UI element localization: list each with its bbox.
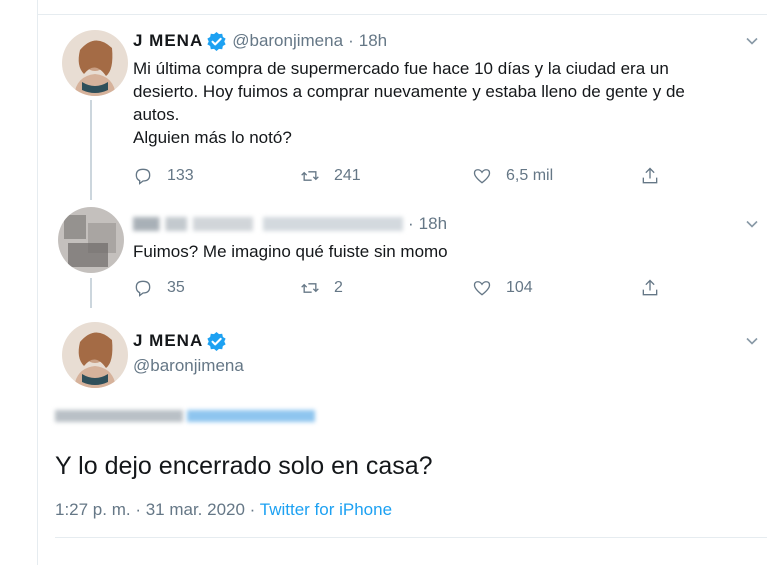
thread-line	[90, 100, 92, 200]
handle-redacted[interactable]	[263, 217, 403, 231]
display-name[interactable]: J MENA	[133, 31, 203, 51]
reply-count: 133	[167, 167, 194, 184]
tweet-text: Fuimos? Me imagino qué fuiste sin momo	[133, 242, 448, 261]
tweet-text-line: Alguien más lo notó?	[133, 128, 292, 147]
chevron-down-icon[interactable]	[745, 34, 759, 48]
main-tweet-text: Y lo dejo encerrado solo en casa?	[55, 452, 433, 480]
like-icon	[473, 169, 491, 184]
replying-to-label-redacted	[55, 410, 183, 422]
handle-row: @baronjimena	[133, 356, 244, 376]
display-name-redacted[interactable]	[133, 217, 253, 231]
share-button[interactable]	[640, 278, 674, 298]
handle[interactable]: @baronjimena	[232, 31, 343, 51]
share-icon	[642, 279, 658, 296]
retweet-count: 2	[334, 279, 343, 296]
avatar[interactable]	[58, 207, 124, 273]
timestamp[interactable]: 18h	[359, 31, 387, 51]
like-icon	[473, 281, 491, 296]
like-button[interactable]: 104	[472, 278, 533, 298]
avatar[interactable]	[62, 322, 128, 388]
tweet-header: J MENA	[133, 331, 232, 351]
tweet-text-line: autos.	[133, 105, 180, 124]
reply-icon	[135, 168, 151, 185]
tweet-text-line: Mi última compra de supermercado fue hac…	[133, 59, 669, 78]
avatar-image	[58, 207, 124, 273]
verified-badge-icon	[207, 31, 226, 51]
separator: ·	[348, 31, 354, 50]
tweet-header: · 18h	[133, 214, 447, 234]
divider	[55, 537, 767, 538]
share-icon	[642, 167, 658, 184]
chevron-down-icon[interactable]	[745, 217, 759, 231]
reply-button[interactable]: 133	[133, 166, 194, 186]
share-button[interactable]	[640, 166, 674, 186]
like-button[interactable]: 6,5 mil	[472, 166, 553, 186]
reply-icon	[135, 280, 151, 297]
like-count: 104	[506, 279, 533, 296]
avatar-image	[62, 322, 128, 388]
retweet-icon	[301, 171, 319, 181]
timestamp[interactable]: 18h	[419, 214, 447, 234]
display-name[interactable]: J MENA	[133, 331, 203, 351]
retweet-button[interactable]: 241	[300, 166, 361, 186]
reply-count: 35	[167, 279, 185, 296]
retweet-count: 241	[334, 167, 361, 184]
thread-line	[90, 278, 92, 308]
handle[interactable]: @baronjimena	[133, 356, 244, 376]
tweet-text: Mi última compra de supermercado fue hac…	[133, 57, 753, 149]
avatar-image	[62, 30, 128, 96]
tweet-text-line: desierto. Hoy fuimos a comprar nuevament…	[133, 82, 685, 101]
tweet-header: J MENA @baronjimena · 18h	[133, 31, 387, 51]
replying-to-handle-redacted[interactable]	[187, 410, 315, 422]
tweet-datetime[interactable]: 1:27 p. m. · 31 mar. 2020 ·	[55, 500, 260, 519]
tweet-meta: 1:27 p. m. · 31 mar. 2020 · Twitter for …	[55, 500, 392, 520]
verified-badge-icon	[207, 331, 226, 351]
retweet-button[interactable]: 2	[300, 278, 343, 298]
divider	[37, 14, 767, 15]
tweet-source-link[interactable]: Twitter for iPhone	[260, 500, 392, 519]
reply-button[interactable]: 35	[133, 278, 185, 298]
separator: ·	[408, 214, 414, 233]
avatar[interactable]	[62, 30, 128, 96]
retweet-icon	[301, 283, 319, 293]
like-count: 6,5 mil	[506, 167, 554, 184]
chevron-down-icon[interactable]	[745, 334, 759, 348]
